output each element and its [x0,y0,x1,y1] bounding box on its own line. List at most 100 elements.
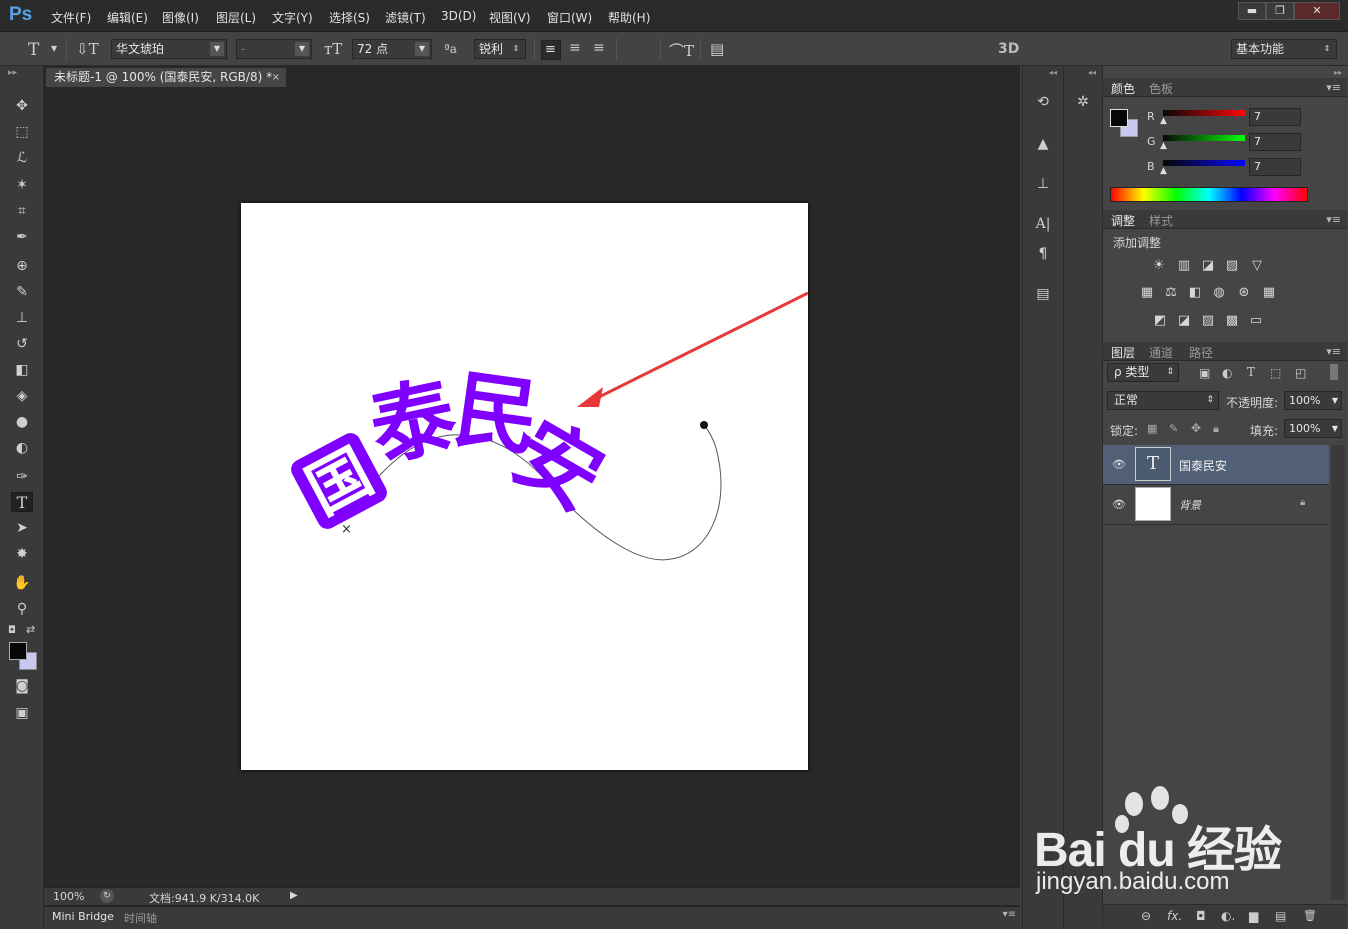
visibility-eye-icon[interactable]: 👁︎ [1112,498,1126,511]
layer-filter-select[interactable]: ρ 类型 ⇕ [1107,363,1179,382]
filter-type-icon[interactable]: T [1247,365,1255,379]
healing-brush-tool-icon[interactable]: ⊕ [11,256,33,276]
font-family-select[interactable]: 华文琥珀 ▼ [111,39,227,59]
lock-pixels-icon[interactable]: ✎ [1169,422,1178,435]
color-lookup-icon[interactable]: ▦ [1260,285,1278,301]
tab-adjustments[interactable]: 调整 [1111,212,1135,229]
menu-filter[interactable]: 滤镜(T) [385,9,426,26]
exposure-icon[interactable]: ▨ [1223,258,1241,274]
zoom-level[interactable]: 100% [53,890,84,903]
menu-select[interactable]: 选择(S) [329,9,370,26]
text-orientation-icon[interactable]: ⇩T [76,40,99,58]
brush-tool-icon[interactable]: ✎ [11,282,33,302]
layer-name[interactable]: 国泰民安 [1179,457,1227,474]
menu-image[interactable]: 图像(I) [162,9,199,26]
menu-layer[interactable]: 图层(L) [216,9,256,26]
type-tool-icon[interactable]: T [28,40,39,60]
tab-mini-bridge[interactable]: Mini Bridge [52,910,114,923]
visibility-eye-icon[interactable]: 👁︎ [1112,458,1126,471]
layers-scrollbar[interactable] [1331,445,1345,900]
align-center-icon[interactable]: ≡ [569,40,581,56]
tab-layers[interactable]: 图层 [1111,344,1135,361]
font-style-select[interactable]: - ▼ [236,39,312,59]
tool-preset-dropdown-icon[interactable]: ▼ [51,44,57,53]
type-tool-button[interactable]: T [11,492,33,512]
paint-bucket-tool-icon[interactable]: ◈ [11,386,33,406]
hand-tool-icon[interactable]: ✋ [11,573,33,593]
eyedropper-tool-icon[interactable]: ✒ [11,227,33,247]
minimize-button[interactable]: ▬ [1238,2,1266,20]
marquee-tool-icon[interactable]: ⬚ [11,122,33,142]
navigator-panel-icon[interactable]: ✲ [1073,92,1093,112]
history-brush-tool-icon[interactable]: ↺ [11,334,33,354]
black-white-icon[interactable]: ◧ [1186,285,1204,301]
panel-menu-icon[interactable]: ▾≡ [1326,345,1341,358]
new-group-icon[interactable]: ▆ [1249,909,1258,923]
crop-tool-icon[interactable]: ⌗ [11,201,33,221]
panel-menu-icon[interactable]: ▾≡ [1326,213,1341,226]
lasso-tool-icon[interactable]: ℒ [11,148,33,168]
vibrance-icon[interactable]: ▽ [1248,258,1266,274]
align-right-icon[interactable]: ≡ [593,40,605,56]
layer-row-background[interactable]: 👁︎ 背景 🔒︎ [1103,485,1329,525]
warp-text-icon[interactable]: ⌒T [669,40,694,61]
channel-b-input[interactable]: 7 [1249,158,1301,176]
close-button[interactable]: ✕ [1294,2,1340,20]
swap-colors-icon[interactable]: ⇄ [26,623,35,636]
menu-help[interactable]: 帮助(H) [608,9,650,26]
foreground-color-swatch[interactable] [1110,109,1128,127]
filter-adjustment-icon[interactable]: ◐ [1222,366,1232,380]
panel-menu-icon[interactable]: ▾≡ [1326,81,1341,94]
brightness-contrast-icon[interactable]: ☀ [1150,258,1168,274]
tab-color[interactable]: 颜色 [1111,80,1135,97]
antialias-select[interactable]: 锐利 ⇕ [474,39,526,59]
collapse-icon[interactable]: ◂◂ [1088,68,1096,77]
new-adjustment-layer-icon[interactable]: ◐. [1221,909,1235,923]
delete-layer-icon[interactable]: 🗑 [1303,909,1317,922]
menu-view[interactable]: 视图(V) [489,9,531,26]
move-tool-icon[interactable]: ✥ [11,96,33,116]
selective-color-icon[interactable]: ▩ [1223,313,1241,329]
magic-wand-tool-icon[interactable]: ✶ [11,175,33,195]
tab-styles[interactable]: 样式 [1149,212,1173,229]
workspace-select[interactable]: 基本功能 ⇕ [1231,39,1337,59]
slider-thumb-icon[interactable]: ▲ [1160,141,1167,151]
channel-r-input[interactable]: 7 [1249,108,1301,126]
expand-icon[interactable]: ▸▸ [1334,68,1342,77]
menu-file[interactable]: 文件(F) [51,9,91,26]
menu-edit[interactable]: 编辑(E) [107,9,148,26]
layer-style-icon[interactable]: fx. [1167,909,1182,923]
tab-paths[interactable]: 路径 [1189,344,1213,361]
slider-thumb-icon[interactable]: ▲ [1160,116,1167,126]
clone-source-panel-icon[interactable]: ⊥ [1033,174,1053,194]
gradient-map-icon[interactable]: ▭ [1247,313,1265,329]
filter-shape-icon[interactable]: ⬚ [1270,366,1281,380]
dodge-tool-icon[interactable]: ◐ [11,438,33,458]
status-menu-arrow-icon[interactable]: ▶ [290,890,298,901]
menu-3d[interactable]: 3D(D) [441,9,476,23]
posterize-icon[interactable]: ◪ [1175,313,1193,329]
document-canvas[interactable]: × 国 泰 民 安 [241,203,808,770]
channel-b-slider[interactable] [1163,160,1245,166]
channel-g-slider[interactable] [1163,135,1245,141]
new-layer-icon[interactable]: ▤ [1275,909,1286,923]
lock-position-icon[interactable]: ✥ [1191,421,1201,435]
invert-icon[interactable]: ◩ [1151,313,1169,329]
link-layers-icon[interactable]: ⊖ [1141,909,1151,923]
3d-mode-label[interactable]: 3D [998,41,1019,57]
menu-type[interactable]: 文字(Y) [272,9,313,26]
tab-channels[interactable]: 通道 [1149,344,1173,361]
channel-g-input[interactable]: 7 [1249,133,1301,151]
eraser-tool-icon[interactable]: ◧ [11,360,33,380]
path-selection-tool-icon[interactable]: ➤ [11,518,33,538]
lock-transparent-icon[interactable]: ▦ [1147,422,1157,435]
default-colors-icon[interactable]: ◘ [8,625,16,636]
slider-thumb-icon[interactable]: ▲ [1160,166,1167,176]
threshold-icon[interactable]: ▨ [1199,313,1217,329]
panel-menu-icon[interactable]: ▾≡ [1003,909,1016,920]
close-tab-icon[interactable]: × [272,68,280,87]
filter-image-icon[interactable]: ▣ [1199,366,1210,380]
channel-mixer-icon[interactable]: ⊛ [1235,285,1253,301]
tab-timeline[interactable]: 时间轴 [124,910,157,926]
filter-toggle[interactable] [1330,364,1338,380]
